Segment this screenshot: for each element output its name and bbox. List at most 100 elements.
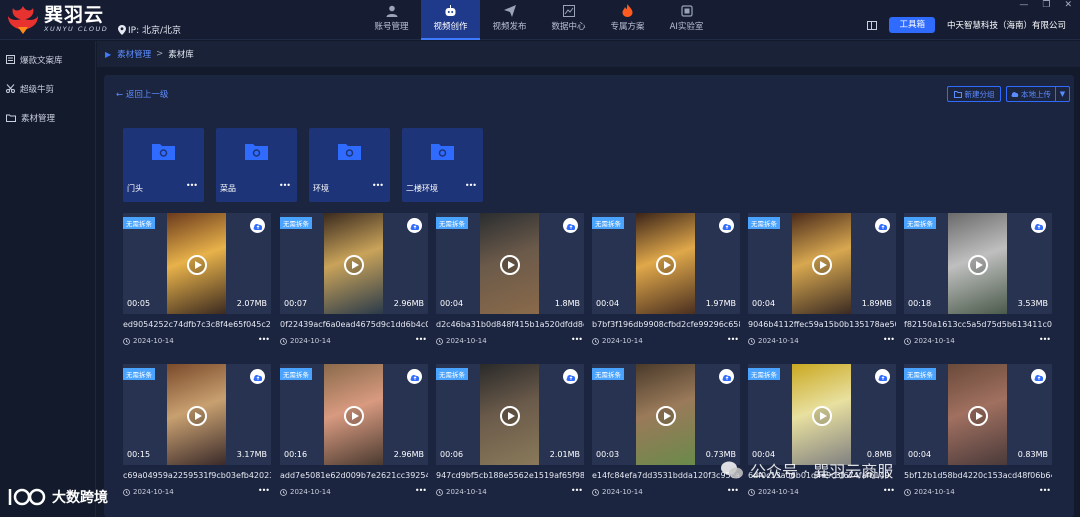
video-thumbnail[interactable]: 无需拆条 00:04 0.83MB xyxy=(904,364,1052,465)
video-name: 5bf12b1d58bd4220c153acd48f06b649 xyxy=(904,471,1052,480)
play-icon[interactable] xyxy=(500,406,520,426)
local-upload-button[interactable]: 本地上传 ▼ xyxy=(1006,86,1070,102)
play-icon[interactable] xyxy=(812,255,832,275)
more-icon[interactable]: ••• xyxy=(571,486,583,495)
video-thumbnail[interactable]: 无需拆条 00:16 2.96MB xyxy=(280,364,428,465)
nav-ai-lab[interactable]: AI实验室 xyxy=(657,0,716,40)
video-card[interactable]: 无需拆条 00:04 0.8MB 6df0c13a06b01d4e9c3f674… xyxy=(748,364,896,504)
company-name[interactable]: 中天智慧科技（海南）有限公司 xyxy=(947,19,1066,31)
breadcrumb-parent[interactable]: 素材管理 xyxy=(117,48,151,60)
chevron-down-icon[interactable]: ▼ xyxy=(1055,87,1069,101)
play-icon[interactable] xyxy=(968,255,988,275)
video-thumbnail[interactable]: 无需拆条 00:04 1.89MB xyxy=(748,213,896,314)
video-thumbnail[interactable]: 无需拆条 00:04 0.8MB xyxy=(748,364,896,465)
cloud-upload-icon[interactable] xyxy=(563,218,578,233)
sidebar-item-label: 超级牛剪 xyxy=(20,84,55,95)
video-date: 2024-10-14 xyxy=(446,488,487,496)
clock-icon xyxy=(904,488,911,496)
play-icon[interactable] xyxy=(344,255,364,275)
more-icon[interactable]: ••• xyxy=(571,335,583,344)
cloud-upload-icon[interactable] xyxy=(1031,218,1046,233)
video-card[interactable]: 无需拆条 00:03 0.73MB e14fc84efa7dd3531bdda1… xyxy=(592,364,740,504)
cloud-upload-icon[interactable] xyxy=(407,369,422,384)
cloud-upload-icon[interactable] xyxy=(1031,369,1046,384)
folder-icon xyxy=(6,114,16,122)
more-icon[interactable]: ••• xyxy=(258,335,270,344)
cloud-upload-icon[interactable] xyxy=(719,369,734,384)
nav-exclusive-plan[interactable]: 专属方案 xyxy=(598,0,657,40)
play-icon[interactable] xyxy=(812,406,832,426)
play-icon[interactable] xyxy=(656,255,676,275)
video-card[interactable]: 无需拆条 00:04 1.97MB b7bf3f196db9908cfbd2cf… xyxy=(592,213,740,353)
play-icon[interactable] xyxy=(187,406,207,426)
nav-account[interactable]: 账号管理 xyxy=(362,0,421,40)
video-card[interactable]: 无需拆条 00:04 1.8MB d2c46ba31b0d848f415b1a5… xyxy=(436,213,584,353)
cloud-upload-icon[interactable] xyxy=(719,218,734,233)
folder-card[interactable]: 菜品 ••• xyxy=(216,128,297,202)
app-logo[interactable]: 巽羽云 XUNYU CLOUD xyxy=(6,3,108,35)
more-icon[interactable]: ••• xyxy=(186,181,198,190)
video-card[interactable]: 无需拆条 00:18 3.53MB f82150a1613cc5a5d75d5b… xyxy=(904,213,1052,353)
video-thumbnail[interactable]: 无需拆条 00:07 2.96MB xyxy=(280,213,428,314)
video-card[interactable]: 无需拆条 00:04 0.83MB 5bf12b1d58bd4220c153ac… xyxy=(904,364,1052,504)
video-card[interactable]: 无需拆条 00:07 2.96MB 0f22439acf6a0ead4675d9… xyxy=(280,213,428,353)
video-card[interactable]: 无需拆条 00:05 2.07MB ed9054252c74dfb7c3c8f4… xyxy=(123,213,271,353)
nav-video-publish[interactable]: 视频发布 xyxy=(480,0,539,40)
cloud-upload-icon[interactable] xyxy=(250,218,265,233)
sidebar-item-material[interactable]: 素材管理 xyxy=(0,103,95,132)
folder-card[interactable]: 环境 ••• xyxy=(309,128,390,202)
video-card[interactable]: 无需拆条 00:16 2.96MB add7e5081e62d009b7e262… xyxy=(280,364,428,504)
cloud-upload-icon[interactable] xyxy=(407,218,422,233)
cloud-upload-icon[interactable] xyxy=(250,369,265,384)
more-icon[interactable]: ••• xyxy=(415,486,427,495)
more-icon[interactable]: ••• xyxy=(258,486,270,495)
brand-mark-icon xyxy=(8,488,46,506)
more-icon[interactable]: ••• xyxy=(372,181,384,190)
video-thumbnail[interactable]: 无需拆条 00:03 0.73MB xyxy=(592,364,740,465)
video-thumbnail[interactable]: 无需拆条 00:06 2.01MB xyxy=(436,364,584,465)
more-icon[interactable]: ••• xyxy=(1039,486,1051,495)
folder-card[interactable]: 门头 ••• xyxy=(123,128,204,202)
folder-card[interactable]: 二楼环境 ••• xyxy=(402,128,483,202)
video-thumbnail[interactable]: 无需拆条 00:05 2.07MB xyxy=(123,213,271,314)
video-thumbnail[interactable]: 无需拆条 00:15 3.17MB xyxy=(123,364,271,465)
nav-video-create[interactable]: 视频创作 xyxy=(421,0,480,40)
video-card[interactable]: 无需拆条 00:04 1.89MB 9046b4112ffec59a15b0b1… xyxy=(748,213,896,353)
layout-icon[interactable] xyxy=(867,20,878,30)
cloud-upload-icon[interactable] xyxy=(563,369,578,384)
video-thumbnail[interactable]: 无需拆条 00:04 1.8MB xyxy=(436,213,584,314)
play-icon[interactable] xyxy=(344,406,364,426)
play-icon[interactable] xyxy=(187,255,207,275)
minimize-icon[interactable]: — xyxy=(1019,0,1028,10)
more-icon[interactable]: ••• xyxy=(279,181,291,190)
video-name: d2c46ba31b0d848f415b1a520dfdd8ca xyxy=(436,320,584,329)
cloud-upload-icon[interactable] xyxy=(875,218,890,233)
more-icon[interactable]: ••• xyxy=(883,335,895,344)
sidebar-item-copy-library[interactable]: 爆款文案库 xyxy=(0,45,95,74)
toolbox-button[interactable]: 工具箱 xyxy=(889,17,935,33)
more-icon[interactable]: ••• xyxy=(883,486,895,495)
more-icon[interactable]: ••• xyxy=(727,486,739,495)
library-icon xyxy=(6,55,15,64)
nav-data-center[interactable]: 数据中心 xyxy=(539,0,598,40)
wechat-icon xyxy=(721,461,743,479)
play-icon[interactable] xyxy=(968,406,988,426)
back-link[interactable]: ← 返回上一级 xyxy=(116,88,168,100)
cloud-upload-icon[interactable] xyxy=(875,369,890,384)
more-icon[interactable]: ••• xyxy=(465,181,477,190)
video-duration: 00:15 xyxy=(127,450,151,459)
play-icon[interactable] xyxy=(500,255,520,275)
play-icon[interactable] xyxy=(656,406,676,426)
more-icon[interactable]: ••• xyxy=(415,335,427,344)
sidebar-item-super-cut[interactable]: 超级牛剪 xyxy=(0,74,95,103)
video-card[interactable]: 无需拆条 00:06 2.01MB 947cd9bf5cb188e5562e15… xyxy=(436,364,584,504)
new-group-button[interactable]: 新建分组 xyxy=(947,86,1001,102)
more-icon[interactable]: ••• xyxy=(727,335,739,344)
video-card[interactable]: 无需拆条 00:15 3.17MB c69a04959a2259531f9cb0… xyxy=(123,364,271,504)
restore-icon[interactable]: ❐ xyxy=(1042,0,1050,10)
close-icon[interactable]: ✕ xyxy=(1064,0,1072,10)
video-thumbnail[interactable]: 无需拆条 00:04 1.97MB xyxy=(592,213,740,314)
video-thumbnail[interactable]: 无需拆条 00:18 3.53MB xyxy=(904,213,1052,314)
no-split-tag: 无需拆条 xyxy=(592,368,624,380)
more-icon[interactable]: ••• xyxy=(1039,335,1051,344)
